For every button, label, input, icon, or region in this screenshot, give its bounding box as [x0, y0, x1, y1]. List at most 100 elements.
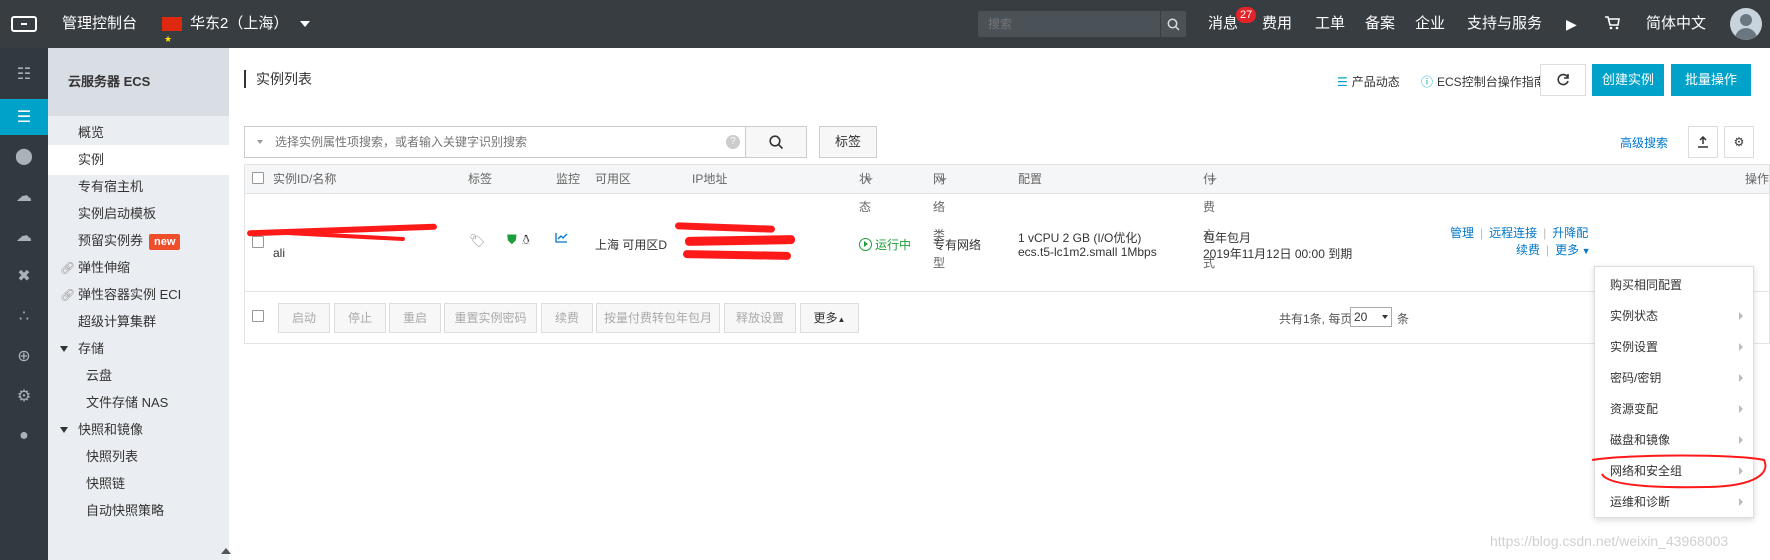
chevron-right-icon: [1739, 312, 1743, 320]
aliyun-logo-icon[interactable]: [0, 0, 48, 48]
menu-item-ops-diagnostics[interactable]: 运维和诊断: [1595, 487, 1753, 517]
region-label: 华东2（上海）: [190, 15, 289, 32]
manage-link[interactable]: 管理: [1450, 226, 1474, 240]
col-ip: IP地址: [692, 172, 728, 186]
monitor-chart-icon[interactable]: [555, 232, 568, 246]
help-icon[interactable]: ?: [726, 135, 740, 149]
table-row: ali 🏷︎ ⛊ 🐧︎ 上海 可用区D 运行中 专有网络 1 vCPU 2 GB…: [244, 194, 1770, 292]
help-icon: ⓘ: [1421, 75, 1434, 89]
terminal-icon[interactable]: ▶: [1566, 0, 1577, 48]
settings-button[interactable]: ⚙: [1724, 126, 1754, 158]
menu-item-password-key[interactable]: 密码/密钥: [1595, 363, 1753, 393]
language-selector[interactable]: 简体中文: [1646, 0, 1706, 48]
network-icon[interactable]: ✖: [0, 258, 48, 294]
instance-search-button[interactable]: [745, 126, 807, 158]
select-all-checkbox[interactable]: [252, 172, 264, 184]
sidebar-item-snapshot-chain[interactable]: 快照链: [48, 469, 229, 499]
main-content: 实例列表 ☰ 产品动态 ⓘ ECS控制台操作指南 创建实例 批量操作 ? 标签 …: [229, 48, 1770, 560]
menu-item-instance-settings[interactable]: 实例设置: [1595, 332, 1753, 362]
sidebar-item-launch-templates[interactable]: 实例启动模板: [48, 199, 229, 229]
renew-button[interactable]: 续费: [541, 303, 593, 333]
col-billing[interactable]: 付费方式: [1203, 165, 1217, 270]
menu-item-disk-image[interactable]: 磁盘和镜像: [1595, 425, 1753, 455]
sidebar-item-eci[interactable]: 🔗︎ 弹性容器实例 ECI: [48, 280, 229, 310]
menu-item-label: 资源变配: [1610, 402, 1659, 416]
sidebar-group-snapshots-images[interactable]: 快照和镜像: [48, 415, 229, 445]
sidebar-item-disks[interactable]: 云盘: [48, 361, 229, 391]
table-header: 实例ID/名称 标签 监控 可用区 IP地址 状态 网络类型 配置 付费方式 操…: [244, 164, 1770, 270]
collapse-triangle-icon: [60, 427, 68, 433]
cloud-icon[interactable]: ☁: [0, 178, 48, 214]
refresh-icon: [1557, 73, 1569, 86]
search-icon[interactable]: [1160, 11, 1186, 37]
sidebar-item-overview[interactable]: 概览: [48, 118, 229, 148]
sidebar-item-nas[interactable]: 文件存储 NAS: [48, 388, 229, 418]
sidebar-group-label: 存储: [78, 341, 105, 356]
database-icon[interactable]: ⬤: [0, 138, 48, 174]
footer-select-all-checkbox[interactable]: [252, 310, 264, 322]
release-settings-button[interactable]: 释放设置: [724, 303, 796, 333]
gear-icon: ⚙: [1733, 135, 1745, 149]
sidebar-item-dedicated-hosts[interactable]: 专有宿主机: [48, 172, 229, 202]
region-selector[interactable]: 华东2（上海）: [162, 0, 311, 63]
advanced-search-link[interactable]: 高级搜索: [1620, 134, 1668, 151]
refresh-button[interactable]: [1540, 64, 1586, 96]
globe-icon[interactable]: ⊕: [0, 338, 48, 374]
col-status[interactable]: 状态: [859, 165, 873, 214]
sidebar-item-auto-snapshot-policy[interactable]: 自动快照策略: [48, 496, 229, 526]
tag-icon[interactable]: 🏷︎: [469, 233, 486, 249]
reset-password-button[interactable]: 重置实例密码: [444, 303, 537, 333]
product-news-link[interactable]: ☰ 产品动态: [1337, 73, 1400, 90]
nav-tickets[interactable]: 工单: [1315, 0, 1345, 48]
nav-enterprise[interactable]: 企业: [1415, 0, 1445, 48]
tag-filter-button[interactable]: 标签: [819, 126, 877, 158]
menu-item-resource-change[interactable]: 资源变配: [1595, 394, 1753, 424]
menu-item-instance-status[interactable]: 实例状态: [1595, 301, 1753, 331]
sidebar-group-storage[interactable]: 存储: [48, 334, 229, 364]
circle-icon[interactable]: ●: [0, 418, 48, 454]
ecs-server-icon[interactable]: ☰: [0, 99, 48, 135]
sidebar-item-reserved-instances[interactable]: 预留实例券 new: [48, 226, 229, 256]
sidebar-item-snapshot-list[interactable]: 快照列表: [48, 442, 229, 472]
resize-link[interactable]: 升降配: [1552, 226, 1588, 240]
sidebar-item-label: 预留实例券: [78, 233, 144, 248]
grid-menu-icon[interactable]: ☷: [0, 56, 48, 92]
sidebar-item-auto-scaling[interactable]: 🔗︎ 弹性伸缩: [48, 253, 229, 283]
export-button[interactable]: [1688, 126, 1718, 158]
console-title[interactable]: 管理控制台: [62, 0, 137, 48]
more-link[interactable]: 更多: [1555, 243, 1579, 257]
instance-search-input[interactable]: [275, 135, 726, 149]
menu-item-network-security-group[interactable]: 网络和安全组: [1595, 456, 1753, 486]
nav-icp[interactable]: 备案: [1365, 0, 1395, 48]
nav-messages[interactable]: 消息: [1208, 0, 1238, 48]
convert-billing-button[interactable]: 按量付费转包年包月: [596, 303, 720, 333]
more-actions-button[interactable]: 更多▲: [800, 303, 859, 333]
user-avatar[interactable]: [1730, 8, 1762, 40]
sidebar-item-instances[interactable]: 实例: [48, 145, 229, 175]
instance-name[interactable]: ali: [273, 246, 285, 260]
menu-item-label: 购买相同配置: [1610, 278, 1683, 292]
page-size-unit: 条: [1397, 312, 1410, 326]
linux-icon: 🐧︎: [522, 232, 531, 247]
create-instance-button[interactable]: 创建实例: [1592, 64, 1664, 96]
nav-support[interactable]: 支持与服务: [1467, 0, 1542, 48]
renew-link[interactable]: 续费: [1516, 243, 1540, 257]
cloud-upload-icon[interactable]: ☁: [0, 218, 48, 254]
batch-operations-button[interactable]: 批量操作: [1671, 64, 1751, 96]
menu-item-buy-same[interactable]: 购买相同配置: [1595, 270, 1753, 300]
col-network-type[interactable]: 网络类型: [933, 165, 947, 270]
stop-button[interactable]: 停止: [334, 303, 386, 333]
filter-dropdown-icon[interactable]: [257, 140, 263, 144]
row-checkbox[interactable]: [252, 236, 264, 248]
restart-button[interactable]: 重启: [389, 303, 441, 333]
page-size-select[interactable]: 20: [1350, 307, 1392, 327]
global-search-input[interactable]: [978, 17, 1160, 31]
cart-icon[interactable]: [1604, 0, 1620, 48]
cluster-icon[interactable]: ∴: [0, 298, 48, 334]
remote-connect-link[interactable]: 远程连接: [1489, 226, 1537, 240]
bug-icon[interactable]: ⚙: [0, 378, 48, 414]
start-button[interactable]: 启动: [278, 303, 330, 333]
nav-billing[interactable]: 费用: [1262, 0, 1292, 48]
sidebar-item-super-computing[interactable]: 超级计算集群: [48, 307, 229, 337]
console-guide-link[interactable]: ⓘ ECS控制台操作指南: [1421, 73, 1546, 90]
